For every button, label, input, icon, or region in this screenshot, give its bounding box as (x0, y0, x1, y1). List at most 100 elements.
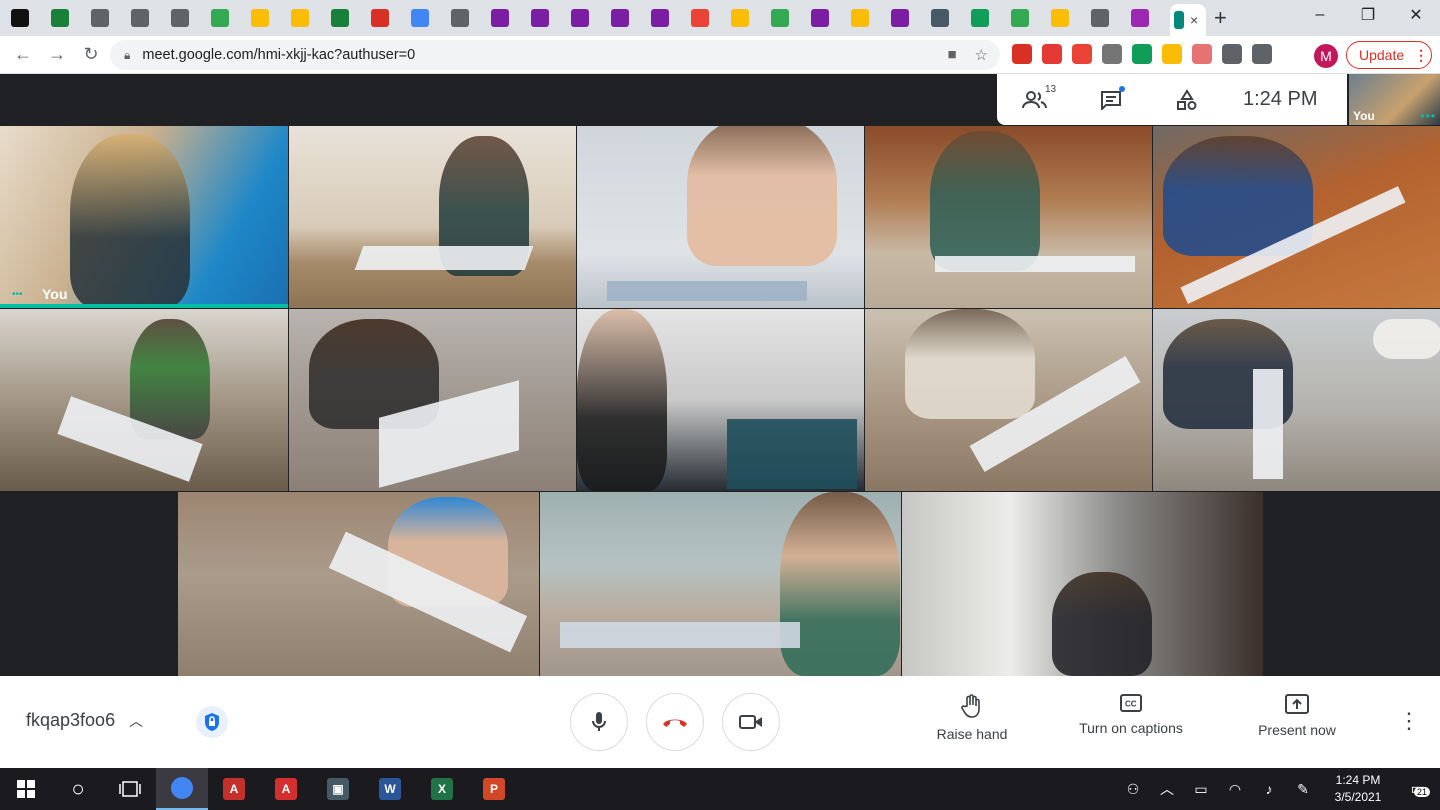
meet-tab-icon (1174, 11, 1184, 29)
taskbar-app-acrobat[interactable]: A (260, 768, 312, 810)
browser-tab[interactable] (800, 0, 840, 36)
more-options-icon[interactable]: ⋮ (1398, 710, 1420, 732)
self-view-tile[interactable]: You ••• (1349, 74, 1440, 125)
active-speaker-bar (0, 304, 288, 308)
activities-button[interactable] (1149, 88, 1225, 111)
profile-avatar[interactable]: M (1314, 44, 1338, 68)
browser-tab[interactable] (440, 0, 480, 36)
tab-favicon-icon (131, 9, 149, 27)
participant-tile[interactable] (0, 309, 288, 491)
browser-tab[interactable] (960, 0, 1000, 36)
extension-icon[interactable] (1012, 44, 1032, 64)
extension-icon[interactable] (1252, 44, 1272, 64)
participant-tile[interactable] (1153, 126, 1440, 308)
participant-tile[interactable] (289, 309, 576, 491)
participant-tile[interactable] (902, 492, 1263, 676)
show-hidden-icons-chevron[interactable]: ︿ (1150, 779, 1184, 799)
update-button[interactable]: Update ⋮ (1346, 41, 1432, 69)
extension-icon[interactable] (1042, 44, 1062, 64)
close-window-button[interactable]: ✕ (1392, 0, 1440, 30)
participant-tile-teacher[interactable]: ••• You (0, 126, 288, 308)
browser-tab[interactable] (480, 0, 520, 36)
people-icon[interactable]: ⚇ (1116, 781, 1150, 798)
browser-tab[interactable] (600, 0, 640, 36)
meeting-details-toggle[interactable]: fkqap3foo6 ︿ (26, 710, 143, 731)
browser-tab[interactable] (400, 0, 440, 36)
leave-call-button[interactable] (646, 693, 704, 751)
restore-button[interactable]: ❐ (1344, 0, 1392, 30)
browser-tab[interactable] (880, 0, 920, 36)
tab-meet-active[interactable]: × (1170, 4, 1206, 36)
participant-tile[interactable] (865, 126, 1152, 308)
participant-tile[interactable] (289, 126, 576, 308)
wifi-icon[interactable]: ◠ (1218, 781, 1252, 798)
browser-tab[interactable] (320, 0, 360, 36)
browser-tab[interactable] (840, 0, 880, 36)
url-text[interactable]: meet.google.com/hmi-xkjj-kac?authuser=0 (142, 47, 415, 63)
chat-button[interactable] (1073, 85, 1149, 110)
address-bar[interactable]: 🔒︎ meet.google.com/hmi-xkjj-kac?authuser… (110, 40, 1000, 70)
browser-tab[interactable] (520, 0, 560, 36)
reload-icon[interactable]: ↻ (74, 44, 108, 65)
taskbar-app-excel[interactable]: X (416, 768, 468, 810)
extension-icon[interactable] (1072, 44, 1092, 64)
browser-tab[interactable] (920, 0, 960, 36)
captions-button[interactable]: CC Turn on captions (1066, 694, 1196, 736)
bookmark-star-icon[interactable]: ☆ (975, 46, 988, 64)
browser-tab[interactable] (360, 0, 400, 36)
browser-tab[interactable] (160, 0, 200, 36)
minimize-button[interactable]: – (1296, 0, 1344, 30)
taskbar-app-powerpoint[interactable]: P (468, 768, 520, 810)
participant-tile[interactable] (577, 309, 864, 491)
extension-icon[interactable] (1132, 44, 1152, 64)
taskbar-app-word[interactable]: W (364, 768, 416, 810)
extension-icon[interactable] (1162, 44, 1182, 64)
taskbar-app-acrobat-reader[interactable]: A (208, 768, 260, 810)
browser-tab[interactable] (640, 0, 680, 36)
taskbar-app-remote-desktop[interactable]: ▣ (312, 768, 364, 810)
back-arrow-icon[interactable]: ← (6, 44, 40, 65)
participant-tile[interactable] (1153, 309, 1440, 491)
browser-tab[interactable] (240, 0, 280, 36)
pen-icon[interactable]: ✎ (1286, 781, 1320, 798)
extension-icon[interactable] (1222, 44, 1242, 64)
taskbar-app-chrome[interactable] (156, 768, 208, 810)
browser-tab[interactable] (760, 0, 800, 36)
participant-tile[interactable] (178, 492, 539, 676)
new-tab-button[interactable]: + (1214, 5, 1227, 31)
microphone-button[interactable] (570, 693, 628, 751)
start-button[interactable] (0, 768, 52, 810)
clock-area[interactable]: 1:24 PM 3/5/2021 (1320, 772, 1396, 806)
participant-tile[interactable] (540, 492, 901, 676)
browser-tab[interactable] (1000, 0, 1040, 36)
participant-tile[interactable] (577, 126, 864, 308)
forward-arrow-icon[interactable]: → (40, 44, 74, 65)
tab-close-icon[interactable]: × (1190, 12, 1198, 28)
task-view-button[interactable] (104, 768, 156, 810)
extension-icon[interactable] (1192, 44, 1212, 64)
host-controls-button[interactable] (196, 706, 228, 738)
browser-tab[interactable] (1080, 0, 1120, 36)
browser-tab[interactable] (1040, 0, 1080, 36)
browser-tab[interactable] (720, 0, 760, 36)
browser-tab[interactable] (80, 0, 120, 36)
browser-tab[interactable] (560, 0, 600, 36)
volume-icon[interactable]: ♪ (1252, 781, 1286, 797)
camera-icon[interactable]: ■ (947, 46, 956, 64)
browser-tab[interactable] (120, 0, 160, 36)
tab-wordwall[interactable] (0, 0, 40, 36)
raise-hand-button[interactable]: Raise hand (907, 694, 1037, 742)
browser-tab[interactable] (40, 0, 80, 36)
search-button[interactable]: ○ (52, 768, 104, 810)
present-now-button[interactable]: Present now (1232, 694, 1362, 738)
notification-center-button[interactable]: ▭ 21 (1396, 779, 1440, 799)
extension-icon[interactable] (1102, 44, 1122, 64)
participant-tile[interactable] (865, 309, 1152, 491)
browser-tab[interactable] (200, 0, 240, 36)
browser-tab[interactable] (280, 0, 320, 36)
people-button[interactable]: 13 (997, 84, 1073, 110)
camera-button[interactable] (722, 693, 780, 751)
browser-tab[interactable] (680, 0, 720, 36)
battery-icon[interactable]: ▭ (1184, 781, 1218, 798)
browser-tab[interactable] (1120, 0, 1160, 36)
